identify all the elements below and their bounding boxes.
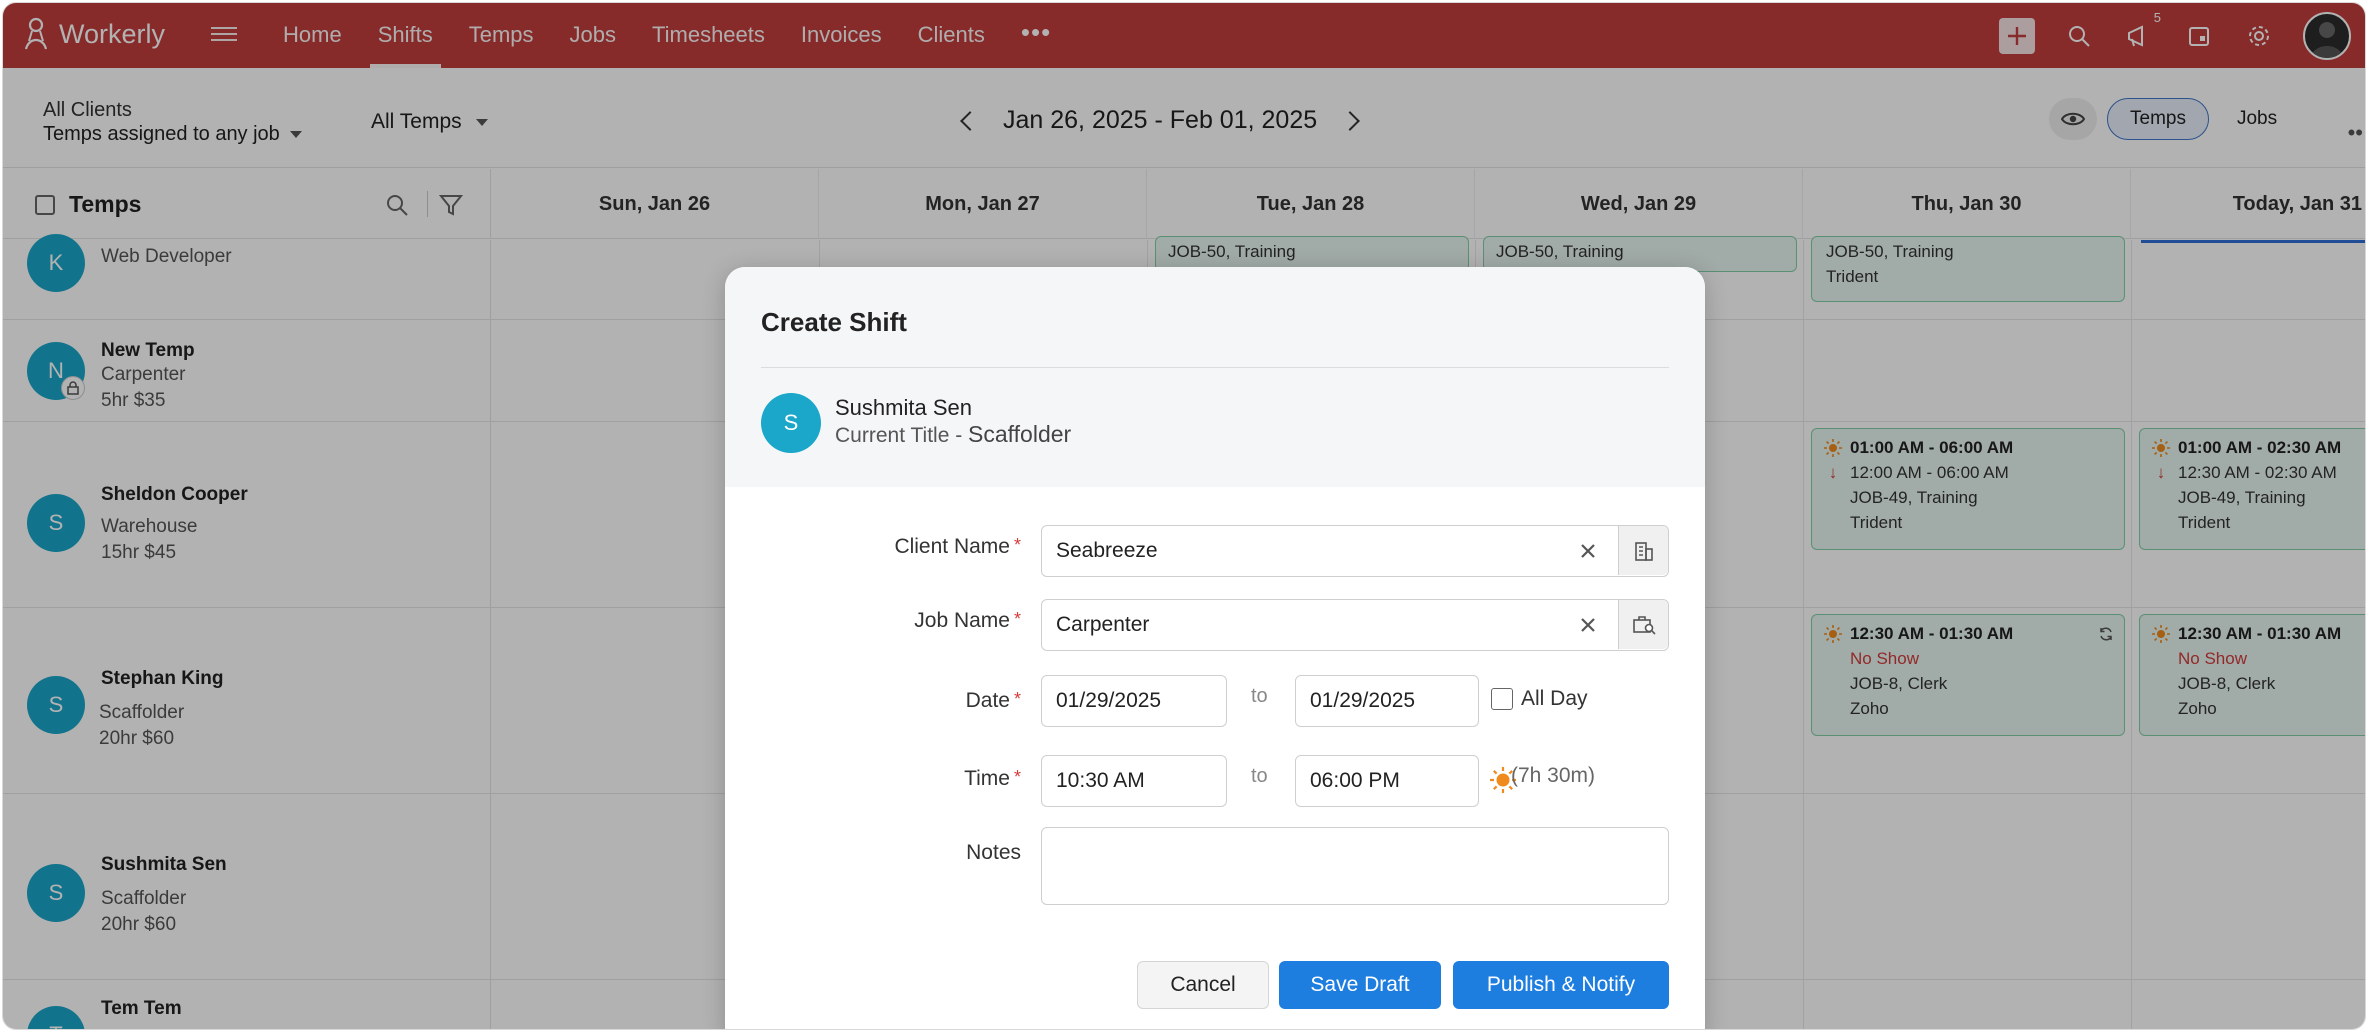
shift-duration: (7h 30m) [1511,764,1596,787]
job-lookup-button[interactable] [1618,600,1668,649]
building-icon [1634,541,1653,561]
save-draft-button[interactable]: Save Draft [1279,961,1441,1009]
dialog-title: Create Shift [761,307,907,337]
time-label: Time * [964,767,1021,790]
end-date-field[interactable]: 01/29/2025 [1295,675,1479,727]
clear-icon[interactable] [1578,541,1598,561]
job-name-label: Job Name * [914,609,1021,632]
dialog-header: Create Shift S Sushmita Sen Current Titl… [725,267,1705,487]
time-to-label: to [1251,765,1268,787]
date-to-label: to [1251,685,1268,707]
selected-temp-avatar: S [761,393,821,453]
date-label: Date * [965,689,1021,712]
checkbox[interactable] [1491,688,1513,710]
end-time-field[interactable]: 06:00 PM [1295,755,1479,807]
publish-notify-button[interactable]: Publish & Notify [1453,961,1669,1009]
briefcase-search-icon [1632,615,1656,635]
notes-label: Notes [966,841,1021,864]
client-lookup-button[interactable] [1618,526,1668,575]
selected-temp-title: Current Title - Scaffolder [835,421,1072,447]
notes-textarea[interactable] [1041,827,1669,905]
start-time-field[interactable]: 10:30 AM [1041,755,1227,807]
start-date-field[interactable]: 01/29/2025 [1041,675,1227,727]
selected-temp-name: Sushmita Sen [835,395,972,420]
cancel-button[interactable]: Cancel [1137,961,1269,1009]
create-shift-dialog: Create Shift S Sushmita Sen Current Titl… [725,267,1705,1029]
all-day-checkbox[interactable]: All Day [1491,687,1588,711]
job-name-field[interactable]: Carpenter [1041,599,1669,651]
client-name-label: Client Name * [894,535,1021,558]
app-window: Workerly Home Shifts Temps Jobs Timeshee… [2,2,2366,1030]
client-name-field[interactable]: Seabreeze [1041,525,1669,577]
clear-icon[interactable] [1578,615,1598,635]
